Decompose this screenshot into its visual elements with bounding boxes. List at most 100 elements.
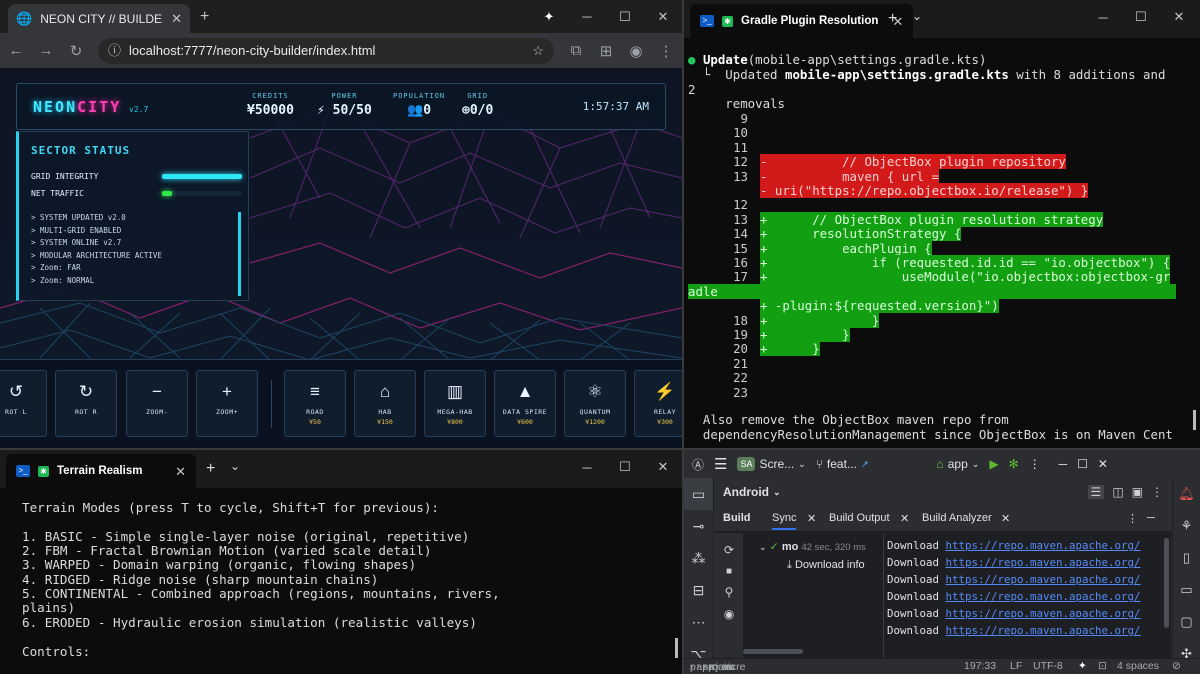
build-output-close-icon[interactable]: ✕ — [900, 512, 909, 525]
road-tool-button[interactable]: ≡ ROAD ¥50 — [284, 370, 346, 437]
horizontal-scrollbar[interactable] — [743, 649, 803, 654]
download-url-link[interactable]: https://repo.maven.apache.org/ — [946, 556, 1141, 569]
new-tab-button[interactable]: + — [206, 460, 215, 478]
terminal-output[interactable]: Terrain Modes (press T to cycle, Shift+T… — [0, 488, 682, 674]
ai-sparkle-icon[interactable]: ✦ — [1078, 660, 1087, 672]
relay-tool-button[interactable]: ⚡ RELAY ¥300 — [634, 370, 682, 437]
hide-panel-icon[interactable]: ─ — [1147, 512, 1155, 524]
lock-icon[interactable]: ⊡ — [1098, 660, 1107, 672]
project-widget[interactable]: SA Scre... ⌄ — [737, 457, 806, 471]
project-view-title[interactable]: Android — [723, 485, 769, 499]
breadcrumb[interactable]: p › app › src › main › java › ai › scre — [690, 660, 745, 673]
copilot-icon[interactable]: ✦ — [530, 9, 568, 25]
stop-icon[interactable]: ■ — [715, 566, 743, 577]
close-button[interactable]: ✕ — [1098, 457, 1108, 471]
sync-close-icon[interactable]: ✕ — [807, 512, 816, 525]
download-url-link[interactable]: https://repo.maven.apache.org/ — [946, 590, 1141, 603]
scrollbar-thumb[interactable] — [1193, 410, 1196, 430]
pane-divider-horizontal[interactable] — [0, 448, 1200, 450]
minimize-button[interactable]: ─ — [1059, 457, 1068, 471]
browser-tab[interactable]: 🌐 NEON CITY // BUILDER v2 ✕ — [8, 4, 190, 33]
download-url-link[interactable]: https://repo.maven.apache.org/ — [946, 624, 1141, 637]
site-info-icon[interactable]: ⓘ — [108, 44, 121, 57]
debug-icon[interactable]: ✻ — [1009, 457, 1019, 471]
new-tab-button[interactable]: + — [888, 10, 897, 28]
design-view-icon[interactable]: ▣ — [1132, 485, 1143, 499]
pin-icon[interactable]: ⚲ — [715, 585, 743, 599]
maximize-button[interactable]: ☐ — [1122, 9, 1160, 25]
reload-icon[interactable]: ↻ — [68, 42, 84, 60]
rotate-right-button[interactable]: ↻ ROT R — [55, 370, 117, 437]
vertical-scrollbar[interactable] — [1164, 538, 1169, 628]
forward-icon[interactable]: → — [38, 42, 54, 59]
download-url-link[interactable]: https://repo.maven.apache.org/ — [946, 573, 1141, 586]
download-url-link[interactable]: https://repo.maven.apache.org/ — [946, 539, 1141, 552]
tab-dropdown-icon[interactable]: ⌄ — [230, 459, 240, 473]
address-bar[interactable]: ⓘ localhost:7777/neon-city-builder/index… — [98, 37, 554, 64]
minimize-button[interactable]: ─ — [568, 460, 606, 475]
back-icon[interactable]: ← — [8, 42, 24, 59]
terminal-tab[interactable]: >_ ✱ Terrain Realism ✕ — [6, 454, 196, 488]
main-menu-icon[interactable]: ☰ — [714, 455, 727, 473]
sync-tree-node[interactable]: ⌄ ✓ mo 42 sec, 320 ms — [759, 540, 866, 553]
gemini-icon[interactable]: ⚘ — [1173, 510, 1200, 542]
maximize-button[interactable]: ☐ — [1077, 457, 1088, 471]
rotate-left-button[interactable]: ↺ ROT L — [0, 370, 47, 437]
maximize-button[interactable]: ☐ — [606, 459, 644, 475]
close-button[interactable]: ✕ — [644, 9, 682, 25]
pane-divider-vertical[interactable] — [682, 0, 684, 674]
more-icon[interactable]: ⋮ — [1029, 457, 1041, 471]
profile-avatar[interactable]: ◉ — [628, 42, 644, 60]
zoom-out-button[interactable]: − ZOOM- — [126, 370, 188, 437]
quantum-tool-button[interactable]: ⚛ QUANTUM ¥1200 — [564, 370, 626, 437]
cursor-position[interactable]: 197:33 — [964, 660, 996, 672]
menu-kebab-icon[interactable]: ⋮ — [658, 42, 674, 60]
indent-setting[interactable]: 4 spaces — [1117, 660, 1159, 672]
more-icon[interactable]: ⋮ — [1127, 512, 1138, 525]
mega-hab-tool-button[interactable]: ▥ MEGA-HAB ¥800 — [424, 370, 486, 437]
tab-build-output[interactable]: Build Output — [829, 512, 890, 524]
notifications-icon[interactable]: 🔔︎ — [1173, 478, 1200, 510]
new-tab-button[interactable]: + — [200, 8, 209, 26]
more-tools-icon[interactable]: ⋯ — [684, 606, 713, 638]
run-config-widget[interactable]: ⌂ app ⌄ — [937, 457, 980, 471]
tab-search-icon[interactable]: ⊞ — [598, 42, 614, 60]
data-spire-tool-button[interactable]: ▲ DATA SPIRE ¥600 — [494, 370, 556, 437]
commit-icon[interactable]: ⊸ — [684, 510, 713, 542]
structure-icon[interactable]: ⁂ — [684, 542, 713, 574]
tab-sync[interactable]: Sync — [772, 512, 797, 530]
run-icon[interactable]: ▶ — [989, 457, 998, 471]
terminal-tab[interactable]: >_ ✱ Gradle Plugin Resolution ✕ — [690, 4, 914, 38]
device-manager-icon[interactable]: ▯ — [1173, 542, 1200, 574]
bookmark-star-icon[interactable]: ☆ — [532, 44, 544, 57]
project-folder-icon[interactable]: ▭ — [684, 478, 713, 510]
tab-close-icon[interactable]: ✕ — [175, 465, 186, 478]
running-devices-icon[interactable]: ▭ — [1173, 574, 1200, 606]
branch-widget[interactable]: ⑂ feat... ↗ — [816, 457, 869, 471]
readonly-icon[interactable]: ⊘ — [1172, 660, 1181, 672]
minimize-button[interactable]: ─ — [568, 9, 606, 24]
split-view-icon[interactable]: ◫ — [1112, 485, 1123, 499]
extensions-icon[interactable]: ⧉ — [568, 42, 584, 59]
maximize-button[interactable]: ☐ — [606, 9, 644, 25]
hab-tool-button[interactable]: ⌂ HAB ¥150 — [354, 370, 416, 437]
close-button[interactable]: ✕ — [644, 459, 682, 475]
scrollbar-thumb[interactable] — [675, 638, 678, 658]
eye-icon[interactable]: ◉ — [715, 607, 743, 621]
tab-dropdown-icon[interactable]: ⌄ — [912, 9, 922, 23]
download-url-link[interactable]: https://repo.maven.apache.org/ — [946, 607, 1141, 620]
tab-close-icon[interactable]: ✕ — [171, 12, 182, 25]
code-view-icon[interactable]: ☰ — [1087, 485, 1105, 499]
tree-child-download-info[interactable]: ⤓ Download info — [787, 559, 865, 572]
line-separator[interactable]: LF — [1010, 660, 1022, 672]
resource-manager-icon[interactable]: ⊟ — [684, 574, 713, 606]
build-analyzer-close-icon[interactable]: ✕ — [1001, 512, 1010, 525]
zoom-in-button[interactable]: + ZOOM+ — [196, 370, 258, 437]
close-button[interactable]: ✕ — [1160, 9, 1198, 25]
emulator-icon[interactable]: ▢ — [1173, 606, 1200, 638]
terminal-output[interactable]: ● Update(mobile-app\settings.gradle.kts)… — [684, 38, 1200, 448]
minimize-button[interactable]: ─ — [1084, 10, 1122, 25]
more-icon[interactable]: ⋮ — [1151, 485, 1163, 499]
game-viewport[interactable]: NEONCITY v2.7 CREDITS ¥50000 POWER ⚡ 50/50… — [0, 68, 682, 448]
file-encoding[interactable]: UTF-8 — [1033, 660, 1063, 672]
